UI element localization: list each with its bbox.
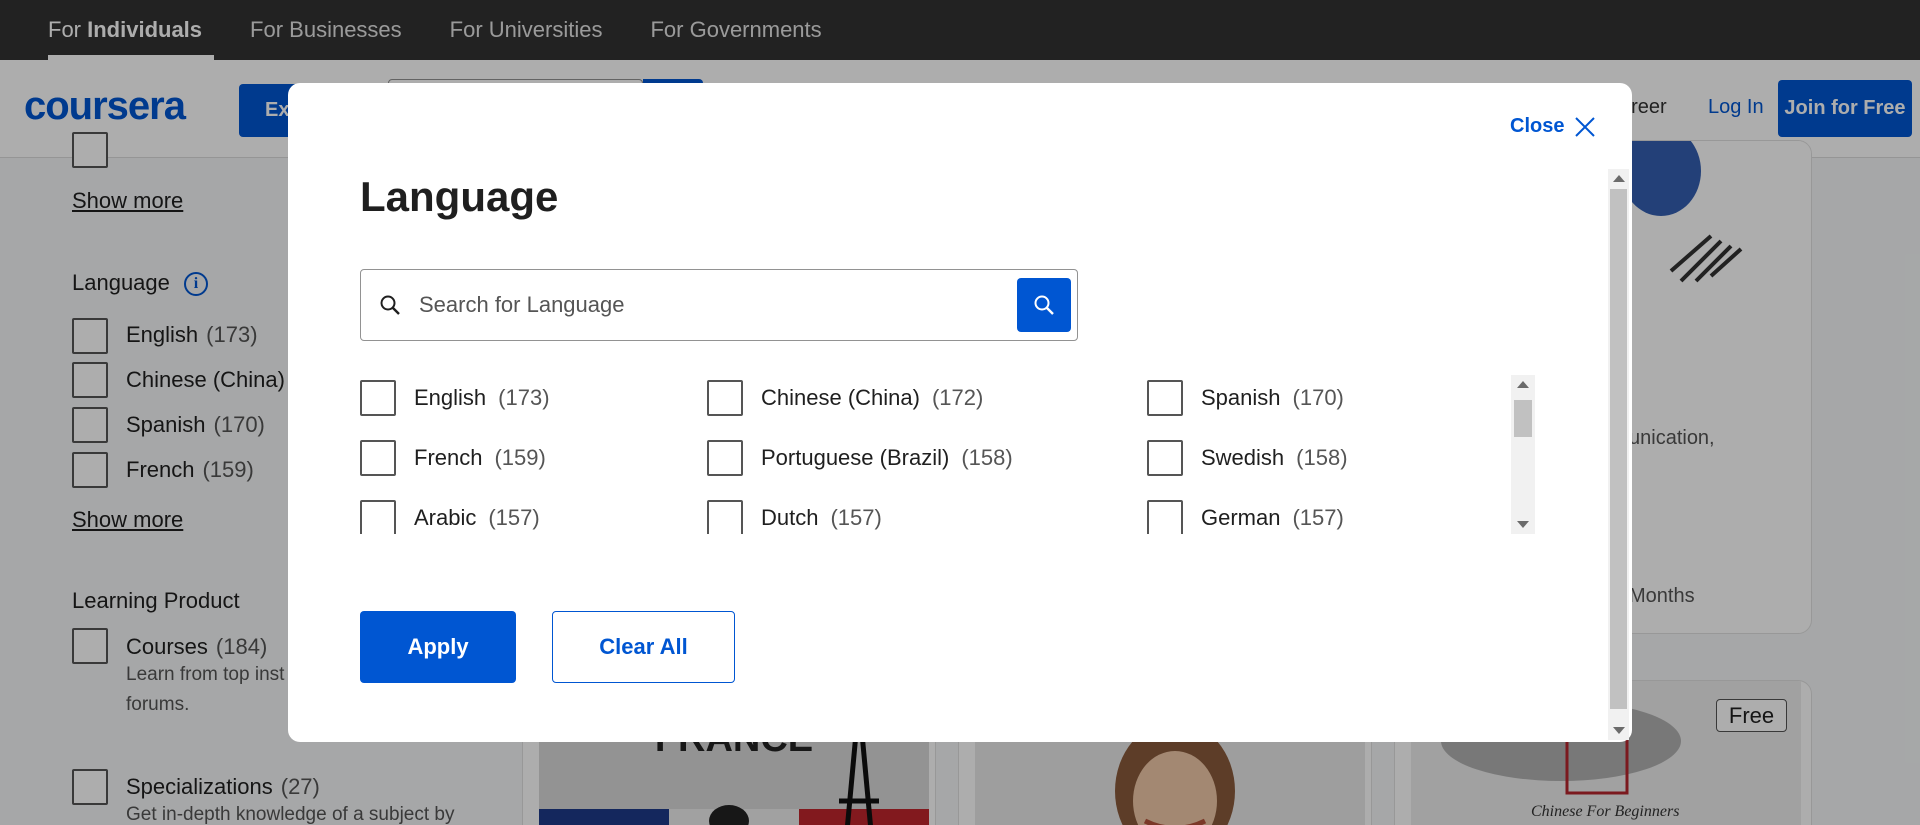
language-option-arabic[interactable]: Arabic (157) [360,498,540,534]
scroll-up-arrow[interactable] [1613,175,1625,182]
modal-scrollbar[interactable] [1608,169,1629,740]
search-icon [1034,295,1054,315]
language-count: (173) [498,385,550,410]
language-modal: Close Language English (173) [288,83,1632,742]
language-count: (172) [931,385,984,410]
checkbox[interactable] [1147,380,1183,416]
language-option-portuguese[interactable]: Portuguese (Brazil) (158) [707,438,1013,478]
checkbox[interactable] [1147,440,1183,476]
language-count: (158) [961,445,1013,470]
language-name: English [414,385,487,410]
scroll-up-arrow[interactable] [1517,381,1529,388]
checkbox[interactable] [360,500,396,534]
language-name: Arabic [414,505,477,530]
language-search [360,269,1078,341]
language-name: Dutch [761,505,819,530]
modal-title: Language [360,173,559,220]
checkbox[interactable] [1147,500,1183,534]
close-label: Close [1510,115,1565,137]
language-count: (159) [494,445,546,470]
clear-all-button[interactable]: Clear All [552,611,735,683]
language-option-dutch[interactable]: Dutch (157) [707,498,882,534]
checkbox[interactable] [707,440,743,476]
checkbox[interactable] [360,440,396,476]
checkbox[interactable] [360,380,396,416]
language-name: Chinese (China) [761,385,920,410]
close-button[interactable]: Close [1510,115,1596,138]
apply-button[interactable]: Apply [360,611,516,683]
language-name: German [1201,505,1281,530]
checkbox[interactable] [707,500,743,534]
scroll-down-arrow[interactable] [1613,727,1625,734]
language-count: (157) [830,505,882,530]
language-name: Swedish [1201,445,1285,470]
scroll-thumb[interactable] [1610,189,1627,709]
language-name: Spanish [1201,385,1281,410]
checkbox[interactable] [707,380,743,416]
language-list-scrollbar[interactable] [1511,375,1535,534]
language-count: (157) [1292,505,1344,530]
language-option-chinese[interactable]: Chinese (China) (172) [707,378,983,418]
language-option-english[interactable]: English (173) [360,378,550,418]
close-icon [1575,116,1596,137]
language-name: French [414,445,483,470]
language-search-button[interactable] [1017,278,1071,332]
language-search-input[interactable] [419,284,979,326]
language-count: (157) [488,505,540,530]
search-icon [380,295,400,315]
scroll-thumb[interactable] [1514,400,1532,437]
language-option-french[interactable]: French (159) [360,438,546,478]
language-option-german[interactable]: German (157) [1147,498,1344,534]
language-options-list: English (173) Chinese (China) (172) Span… [360,375,1555,534]
scroll-down-arrow[interactable] [1517,521,1529,528]
language-count: (170) [1292,385,1344,410]
language-option-swedish[interactable]: Swedish (158) [1147,438,1348,478]
language-count: (158) [1296,445,1348,470]
language-name: Portuguese (Brazil) [761,445,950,470]
language-option-spanish[interactable]: Spanish (170) [1147,378,1344,418]
